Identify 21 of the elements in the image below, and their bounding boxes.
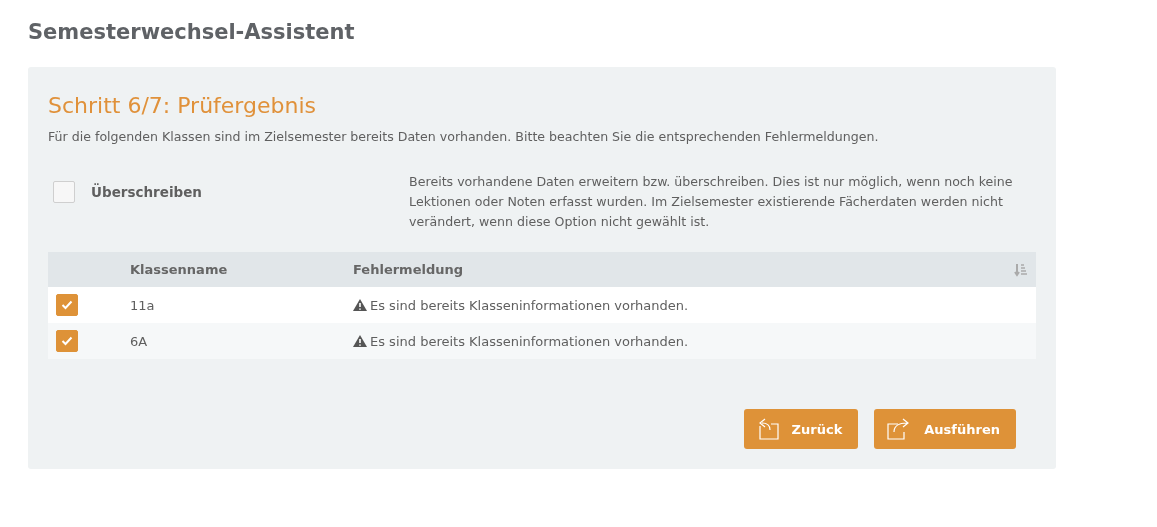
overwrite-help: Bereits vorhandene Daten erweitern bzw. überschreiben. Dies ist nur möglich, wenn noch keine Lektionen oder Noten erfasst wurden. Im Zielsemester existierende Fächerdaten werden nicht verändert, wenn diese Option nicht gewählt ist. xyxy=(409,173,1014,232)
table-cell-text: Es sind bereits Klasseninformationen vorhanden. xyxy=(370,296,689,315)
table-cell-text: 11a xyxy=(130,296,156,315)
overwrite-label: Überschreiben xyxy=(91,182,202,203)
checkmark-icon xyxy=(61,336,73,347)
warning-icon xyxy=(353,335,367,348)
warning-icon xyxy=(353,299,367,312)
column-header: Fehlermeldung xyxy=(353,261,465,280)
column-header: Klassenname xyxy=(130,261,229,280)
table-cell-text: 6A xyxy=(130,332,149,351)
checkbox[interactable] xyxy=(56,294,78,317)
table-cell-text: Es sind bereits Klasseninformationen vorhanden. xyxy=(370,332,689,351)
execute-button[interactable]: Ausführen xyxy=(874,409,1016,450)
sort-icon[interactable] xyxy=(1014,262,1028,277)
page-title: Semesterwechsel-Assistent xyxy=(28,20,356,46)
checkbox[interactable] xyxy=(53,181,75,204)
back-button[interactable]: Zurück xyxy=(743,409,859,450)
checkbox[interactable] xyxy=(56,330,78,353)
step-heading: Schritt 6/7: Prüfergebnis xyxy=(48,93,317,120)
checkmark-icon xyxy=(61,300,73,311)
step-description: Für die folgenden Klassen sind im Zielsemester bereits Daten vorhanden. Bitte beachten Sie die entsprechenden Fehlermeldungen. xyxy=(48,127,880,146)
